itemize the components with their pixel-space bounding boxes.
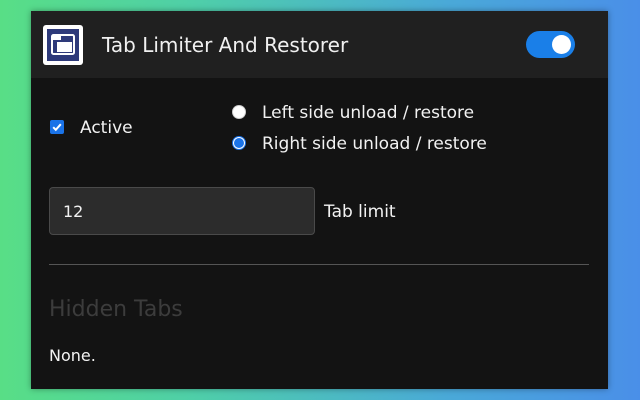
section-divider	[49, 264, 589, 265]
left-side-radio[interactable]	[232, 105, 246, 119]
popup-title: Tab Limiter And Restorer	[102, 33, 349, 57]
enable-toggle[interactable]	[526, 31, 575, 58]
app-icon	[43, 25, 83, 65]
extension-popup: Tab Limiter And Restorer Active Left sid…	[31, 11, 608, 389]
right-side-label[interactable]: Right side unload / restore	[262, 133, 487, 155]
toggle-knob	[552, 35, 571, 54]
right-side-radio[interactable]	[232, 136, 246, 150]
tab-limit-label: Tab limit	[324, 202, 396, 222]
hidden-tabs-empty-text: None.	[49, 346, 96, 365]
popup-header: Tab Limiter And Restorer	[31, 11, 608, 78]
tab-limit-input[interactable]	[49, 187, 315, 235]
active-label[interactable]: Active	[80, 117, 133, 139]
active-checkbox[interactable]	[50, 120, 64, 134]
checkmark-icon	[52, 123, 62, 132]
window-icon	[51, 34, 75, 55]
left-side-label[interactable]: Left side unload / restore	[262, 102, 474, 124]
hidden-tabs-heading: Hidden Tabs	[49, 297, 183, 322]
